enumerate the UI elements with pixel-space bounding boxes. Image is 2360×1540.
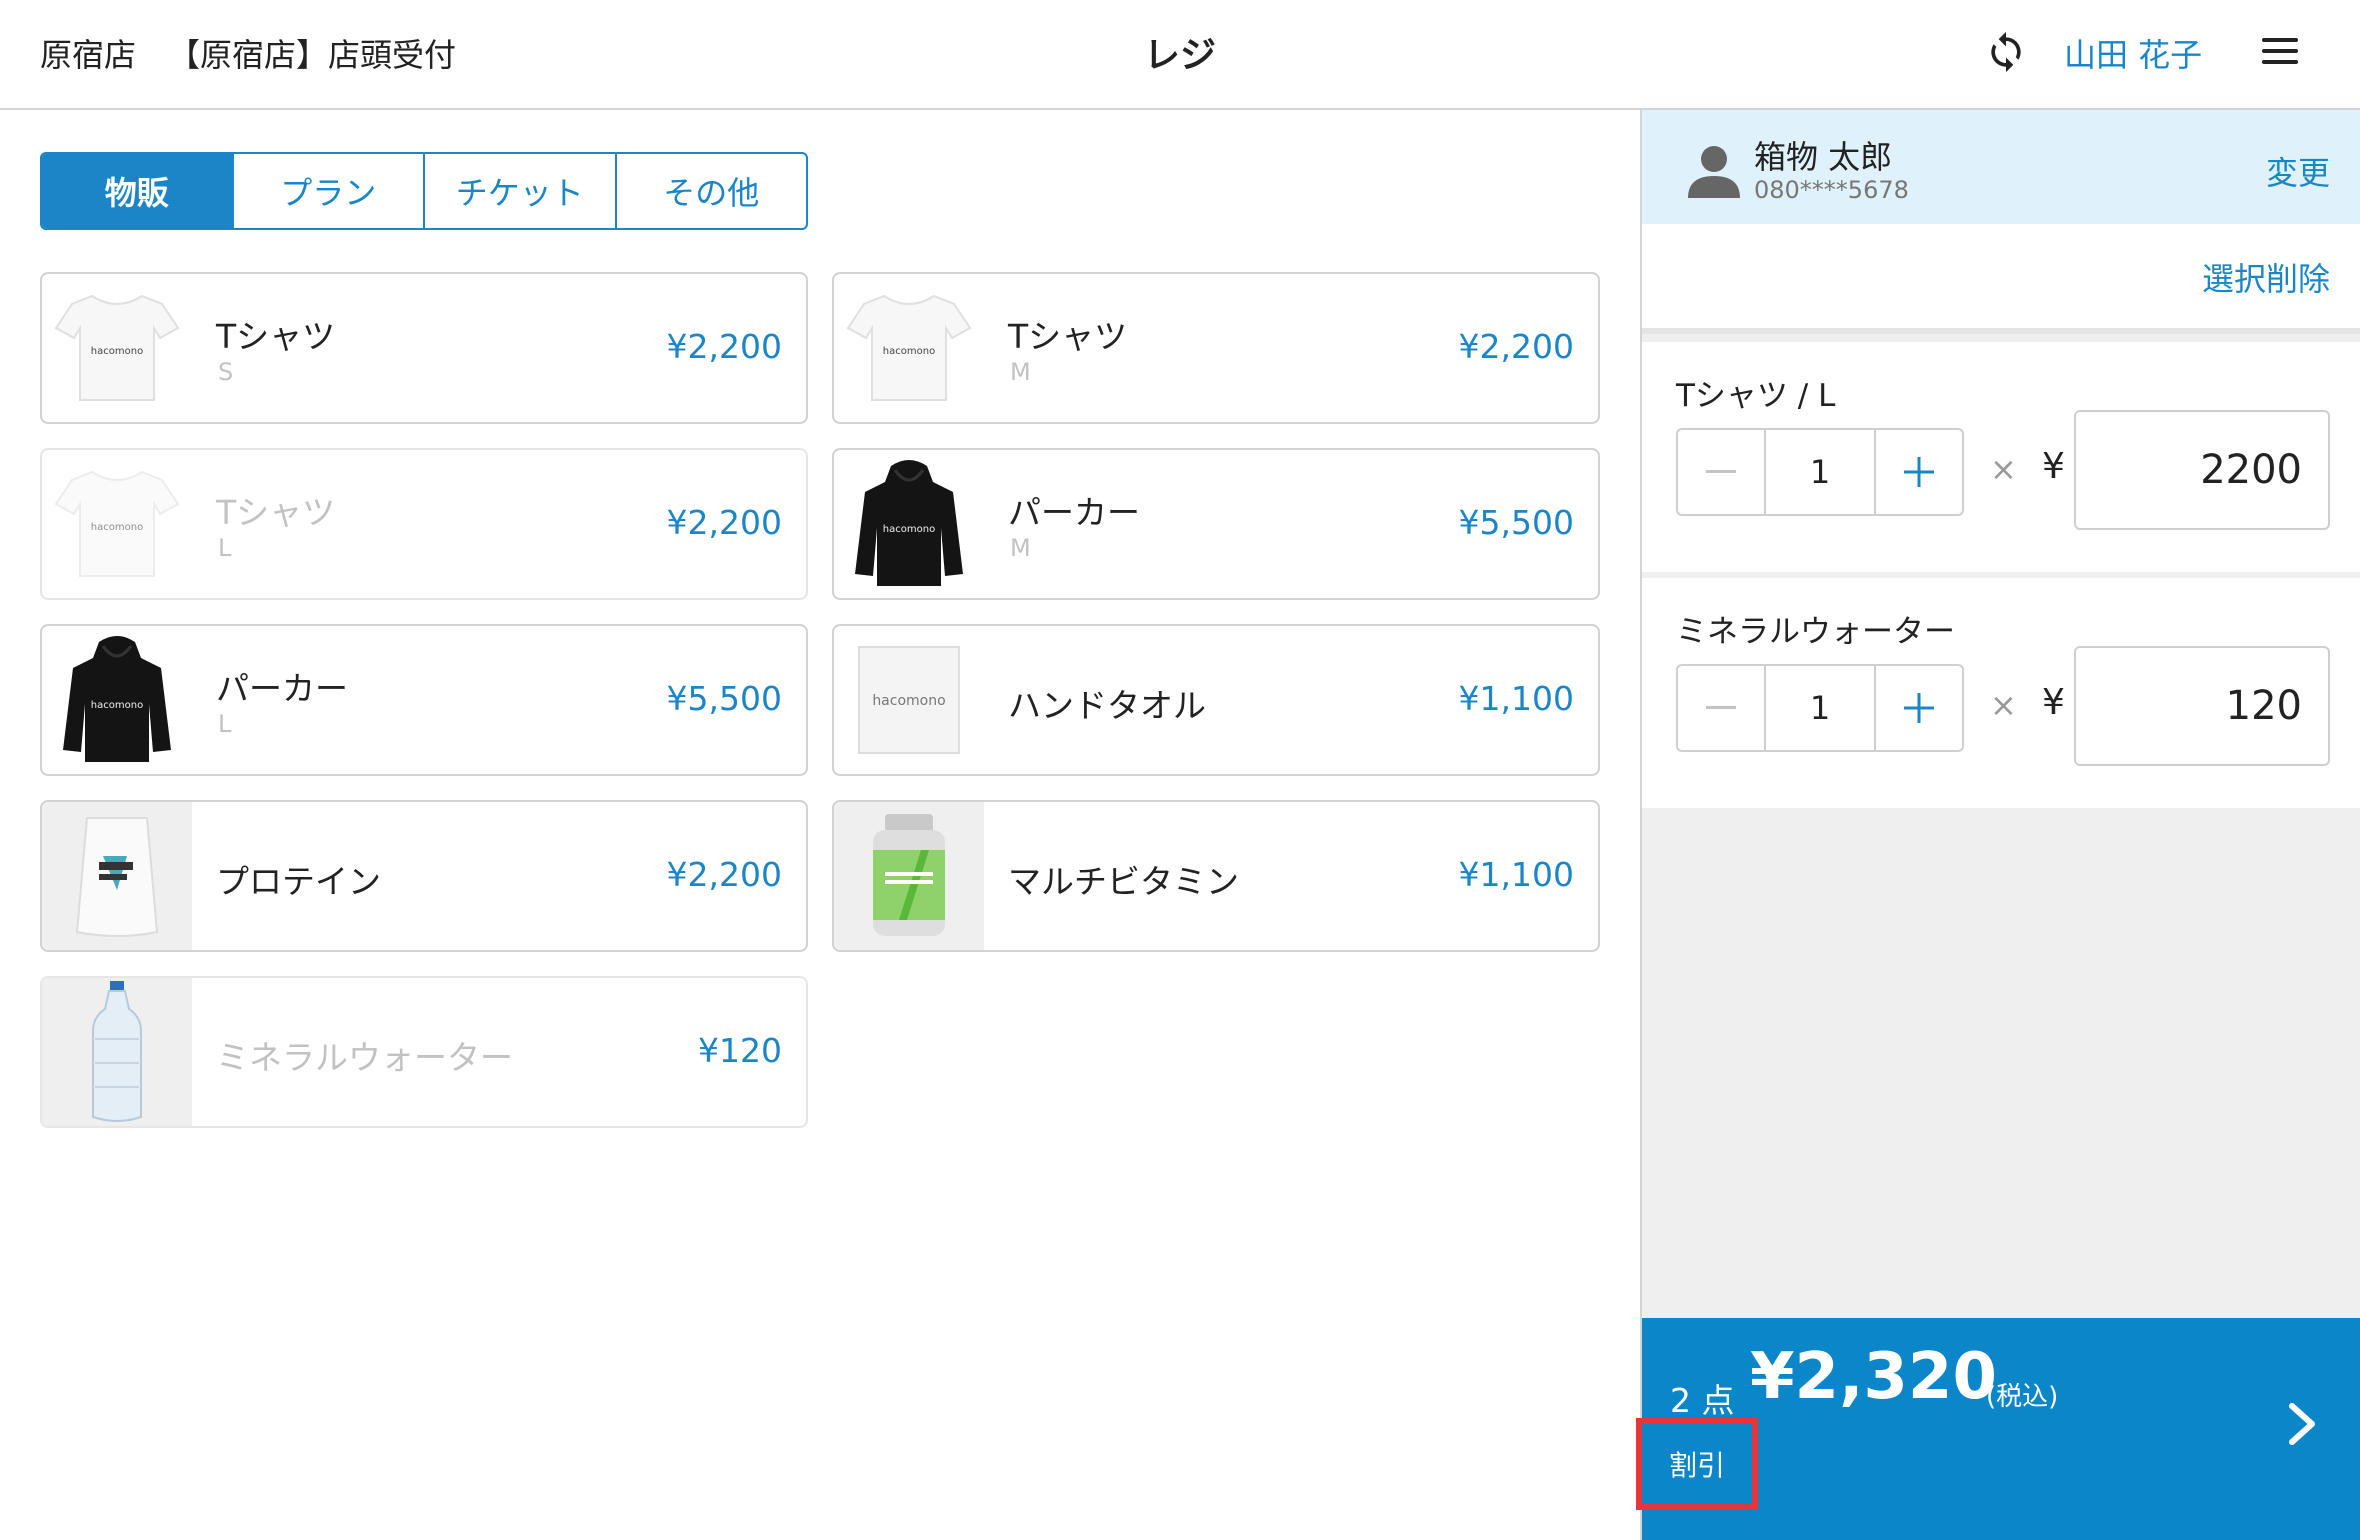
product-price: ¥1,100 — [1458, 679, 1574, 718]
increment-button[interactable] — [1876, 666, 1962, 750]
product-price: ¥2,200 — [666, 503, 782, 542]
customer-info: 箱物 太郎 080****5678 変更 — [1642, 110, 2360, 224]
change-customer-button[interactable]: 変更 — [2266, 148, 2330, 194]
quantity-input[interactable]: 1 — [1764, 430, 1876, 514]
product-card-hoodie-l[interactable]: hacomono パーカー L ¥5,500 — [40, 624, 808, 776]
product-name: ハンドタオル — [1008, 686, 1206, 725]
quantity-stepper: 1 — [1676, 664, 1964, 752]
multiply-sign: × — [1990, 450, 2017, 488]
product-name: Tシャツ — [216, 493, 336, 532]
product-card-tshirt-s[interactable]: hacomono Tシャツ S ¥2,200 — [40, 272, 808, 424]
product-name: プロテイン — [216, 862, 381, 901]
hoodie-icon: hacomono — [42, 626, 192, 774]
tax-included-note: (税込) — [1986, 1382, 2059, 1412]
brand-logo: hacomono — [91, 700, 143, 711]
product-price: ¥2,200 — [1458, 327, 1574, 366]
product-card-protein[interactable]: プロテイン ¥2,200 — [40, 800, 808, 952]
hamburger-menu-icon[interactable] — [2262, 38, 2298, 68]
increment-button[interactable] — [1876, 430, 1962, 514]
product-card-hoodie-m[interactable]: hacomono パーカー M ¥5,500 — [832, 448, 1600, 600]
chevron-right-icon — [2289, 1403, 2315, 1445]
cart-item-name: ミネラルウォーター — [1676, 614, 1955, 650]
product-card-tshirt-m[interactable]: hacomono Tシャツ M ¥2,200 — [832, 272, 1600, 424]
tab-ticket[interactable]: チケット — [425, 154, 617, 228]
tab-other[interactable]: その他 — [617, 154, 807, 228]
minus-icon — [1706, 470, 1736, 473]
unit-price-input[interactable]: 120 — [2074, 646, 2330, 766]
product-name: パーカー — [1008, 493, 1140, 532]
plus-icon — [1904, 693, 1934, 723]
decrement-button[interactable] — [1678, 666, 1764, 750]
brand-logo: hacomono — [872, 693, 945, 709]
person-icon — [1688, 146, 1740, 198]
tab-merchandise[interactable]: 物販 — [42, 154, 234, 228]
product-name: パーカー — [216, 669, 348, 708]
yen-sign: ¥ — [2042, 682, 2065, 723]
product-price: ¥1,100 — [1458, 855, 1574, 894]
plus-icon — [1904, 457, 1934, 487]
brand-logo: hacomono — [883, 346, 935, 357]
brand-logo: hacomono — [91, 522, 143, 533]
customer-name: 箱物 太郎 — [1754, 138, 1893, 176]
multiply-sign: × — [1990, 686, 2017, 724]
product-price: ¥5,500 — [666, 679, 782, 718]
product-card-mineral-water[interactable]: ミネラルウォーター ¥120 — [40, 976, 808, 1128]
category-tabs: 物販 プラン チケット その他 — [40, 152, 808, 230]
checkout-button[interactable]: 2 点 ¥2,320 (税込) 割引 — [1636, 1318, 2360, 1540]
customer-phone: 080****5678 — [1754, 176, 1909, 204]
total-amount: ¥2,320 — [1750, 1340, 1997, 1414]
cart-panel: 箱物 太郎 080****5678 変更 選択削除 Tシャツ / L 1 × ¥… — [1636, 110, 2360, 1540]
tshirt-icon: hacomono — [834, 274, 984, 422]
product-name: マルチビタミン — [1008, 862, 1239, 901]
brand-logo: hacomono — [883, 524, 935, 535]
yen-sign: ¥ — [2042, 446, 2065, 487]
product-price: ¥120 — [698, 1031, 782, 1070]
product-card-hand-towel[interactable]: hacomono ハンドタオル ¥1,100 — [832, 624, 1600, 776]
tshirt-icon: hacomono — [42, 274, 192, 422]
towel-icon: hacomono — [834, 626, 984, 774]
product-variant: L — [218, 534, 232, 562]
tab-plan[interactable]: プラン — [234, 154, 425, 228]
tshirt-icon: hacomono — [42, 450, 192, 598]
water-bottle-icon — [42, 978, 192, 1126]
protein-bag-icon — [42, 802, 192, 950]
product-price: ¥2,200 — [666, 855, 782, 894]
minus-icon — [1706, 706, 1736, 709]
product-price: ¥2,200 — [666, 327, 782, 366]
app-header: 原宿店 【原宿店】店頭受付 レジ 山田 花子 — [0, 0, 2360, 110]
product-name: Tシャツ — [216, 317, 336, 356]
decrement-button[interactable] — [1678, 430, 1764, 514]
product-variant: S — [218, 358, 234, 386]
discount-button[interactable]: 割引 — [1636, 1418, 1758, 1510]
delete-selected-button[interactable]: 選択削除 — [2202, 254, 2330, 300]
unit-price-input[interactable]: 2200 — [2074, 410, 2330, 530]
vitamin-bottle-icon — [834, 802, 984, 950]
cart-item: ミネラルウォーター 1 × ¥ 120 — [1642, 578, 2360, 808]
sync-icon[interactable] — [1984, 30, 2028, 74]
product-price: ¥5,500 — [1458, 503, 1574, 542]
quantity-input[interactable]: 1 — [1764, 666, 1876, 750]
item-count: 2 点 — [1670, 1381, 1735, 1420]
product-name: ミネラルウォーター — [216, 1038, 513, 1077]
quantity-stepper: 1 — [1676, 428, 1964, 516]
product-variant: M — [1010, 534, 1031, 562]
product-variant: M — [1010, 358, 1031, 386]
product-name: Tシャツ — [1008, 317, 1128, 356]
brand-logo: hacomono — [91, 346, 143, 357]
product-variant: L — [218, 710, 232, 738]
cart-item-name: Tシャツ / L — [1676, 378, 1836, 414]
staff-user-link[interactable]: 山田 花子 — [2064, 30, 2202, 76]
product-card-tshirt-l[interactable]: hacomono Tシャツ L ¥2,200 — [40, 448, 808, 600]
cart-item: Tシャツ / L 1 × ¥ 2200 — [1642, 342, 2360, 572]
hoodie-icon: hacomono — [834, 450, 984, 598]
delete-selected-row: 選択削除 — [1642, 224, 2360, 334]
product-card-multivitamin[interactable]: マルチビタミン ¥1,100 — [832, 800, 1600, 952]
